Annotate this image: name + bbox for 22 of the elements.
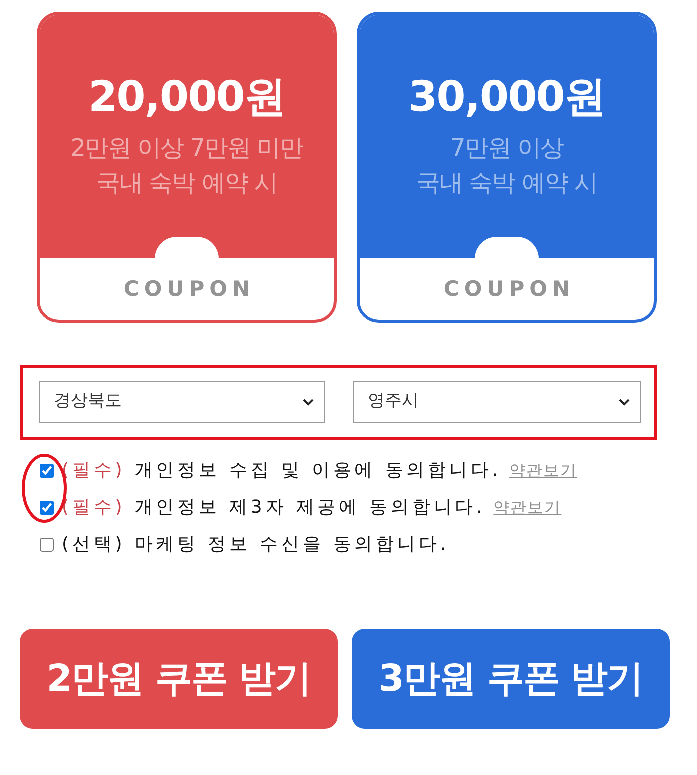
- chevron-down-icon: [303, 398, 314, 406]
- region-select[interactable]: 경상북도: [39, 381, 325, 423]
- coupon-button[interactable]: 3만원 쿠폰 받기: [352, 629, 670, 729]
- coupon-condition: 국내 숙박 예약 시: [416, 168, 598, 199]
- coupon-amount: 30,000원: [408, 71, 606, 123]
- region-select[interactable]: 영주시: [353, 381, 641, 423]
- terms-link[interactable]: 약관보기: [509, 458, 578, 482]
- agreement-text: (필수) 개인정보 수집 및 이용에 동의합니다.: [62, 459, 502, 483]
- checkbox[interactable]: [40, 500, 54, 514]
- coupon-button[interactable]: 2만원 쿠폰 받기: [20, 629, 338, 729]
- checkbox[interactable]: [40, 538, 54, 552]
- coupon-condition: 2만원 이상 7만원 미만: [70, 133, 304, 164]
- coupon-label: COUPON: [444, 276, 576, 302]
- coupon-label: COUPON: [124, 276, 256, 302]
- checkbox[interactable]: [40, 464, 54, 478]
- coupon-condition: 7만원 이상: [450, 133, 564, 164]
- agreement-text: (선택) 마케팅 정보 수신을 동의합니다.: [62, 533, 450, 557]
- agreement-text: (필수) 개인정보 제3자 제공에 동의합니다.: [62, 496, 486, 520]
- chevron-down-icon: [619, 398, 630, 406]
- terms-link[interactable]: 약관보기: [494, 496, 562, 520]
- coupon-amount: 20,000원: [88, 71, 286, 123]
- coupon-condition: 국내 숙박 예약 시: [96, 168, 278, 199]
